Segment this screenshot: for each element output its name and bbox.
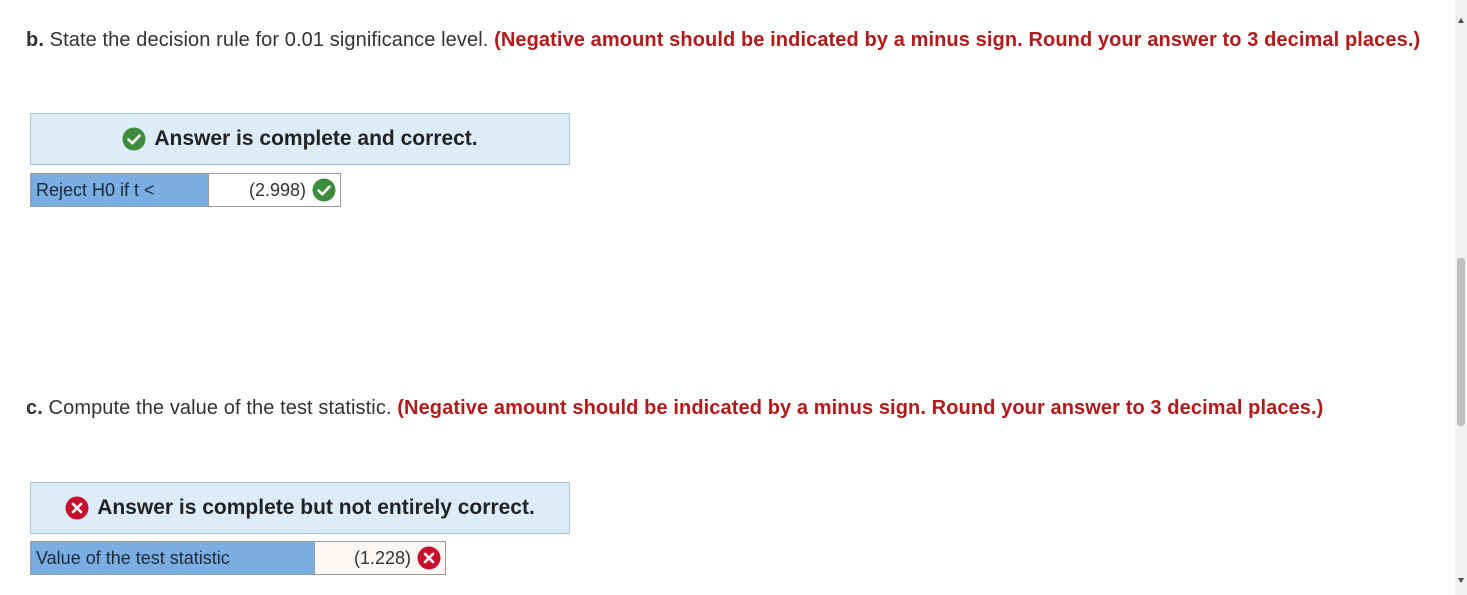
question-prompt: State the decision rule for 0.01 signifi… [43,29,495,51]
answer-value: (2.998) [248,179,306,200]
check-circle-icon [122,127,146,151]
answer-status-text: Answer is complete and correct. [154,127,478,150]
answer-status-text: Answer is complete but not entirely corr… [97,496,535,519]
answer-status-banner: Answer is complete but not entirely corr… [30,482,570,534]
scroll-up-arrow-icon[interactable] [1458,18,1464,23]
question-letter: c. [26,397,43,419]
x-circle-icon [417,546,441,570]
x-circle-icon [65,496,89,520]
answer-row: Value of the test statistic (1.228) [30,541,446,575]
scroll-down-arrow-icon[interactable] [1458,578,1464,583]
check-circle-icon [312,178,336,202]
answer-status-banner: Answer is complete and correct. [30,113,570,165]
question-instruction: (Negative amount should be indicated by … [494,29,1421,51]
answer-row-label: Reject H0 if t < [31,174,209,206]
answer-row: Reject H0 if t < (2.998) [30,173,341,207]
question-instruction: (Negative amount should be indicated by … [397,397,1324,419]
question-b: b. State the decision rule for 0.01 sign… [26,26,1436,54]
answer-row-label: Value of the test statistic [31,542,315,574]
question-c: c. Compute the value of the test statist… [26,394,1436,422]
question-letter: b. [26,29,44,51]
scrollbar-thumb[interactable] [1457,258,1465,426]
answer-value-field[interactable]: (2.998) [209,174,340,206]
answer-value-field[interactable]: (1.228) [315,542,445,574]
vertical-scrollbar[interactable] [1455,0,1467,595]
question-prompt: Compute the value of the test statistic. [42,397,398,419]
answer-value: (1.228) [353,547,411,568]
